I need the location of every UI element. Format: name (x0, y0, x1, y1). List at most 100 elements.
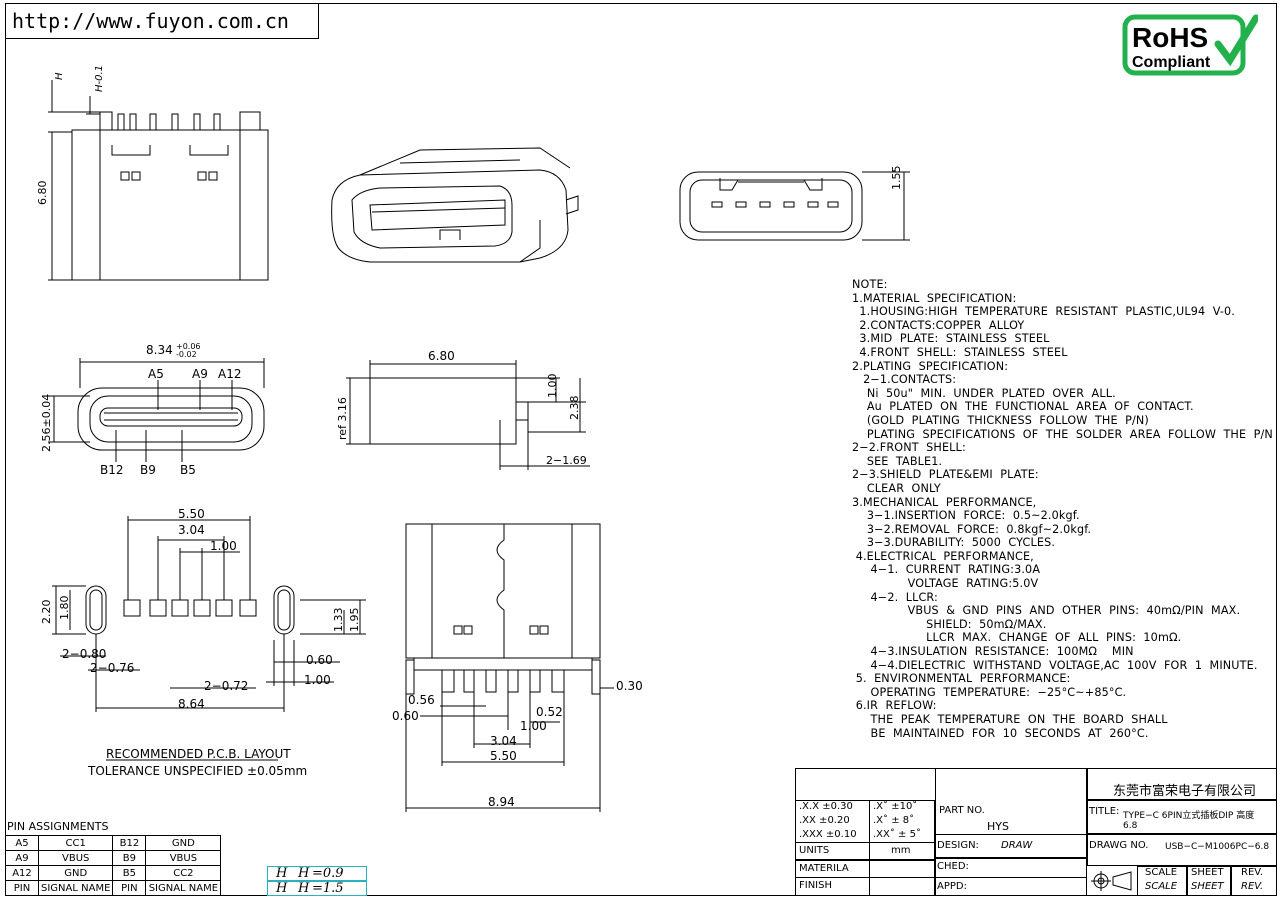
dim-8.34-tol-down: -0.02 (176, 350, 197, 359)
dim-1.33: 1.33 (332, 608, 345, 633)
pin-table-cell: GND (37, 865, 114, 881)
dim-2.20: 2.20 (40, 600, 53, 625)
dim-1.80: 1.80 (58, 596, 71, 621)
dim-ref-3.16: ref 3.16 (336, 397, 349, 440)
note-line: 2−2.FRONT SHELL: (852, 441, 966, 455)
h-value: =1.5 (312, 881, 344, 896)
pin-table-cell: CC2 (145, 865, 222, 881)
note-line: OPERATING TEMPERATURE: −25°C~+85°C. (852, 685, 1127, 699)
h-symbol: H (276, 881, 288, 896)
pcb-tolerance-note: TOLERANCE UNSPECIFIED ±0.05mm (87, 764, 307, 778)
dim-8.94: 8.94 (488, 795, 515, 809)
dim-1.95: 1.95 (348, 608, 361, 633)
note-line: LLCR MAX. CHANGE OF ALL PINS: 10mΩ. (852, 631, 1182, 645)
note-line: 3−1.INSERTION FORCE: 0.5~2.0kgf. (852, 509, 1080, 523)
pin-table-cell: B9 (112, 850, 147, 866)
specification-notes: NOTE: 1.MATERIAL SPECIFICATION: 1.HOUSING… (852, 278, 1273, 740)
dim-3.04-bottom: 3.04 (490, 734, 517, 748)
pin-table-row: A5 CC1 B12 GND (5, 835, 222, 851)
dim-2.56: 2.56±0.04 (40, 394, 53, 452)
title-label: TITLE: (1089, 806, 1120, 817)
scale-label: SCALE (1145, 867, 1178, 878)
pcb-layout-title: RECOMMENDED P.C.B. LAYOUT (106, 747, 291, 761)
drawg-value: USB−C−M1006PC−6.8 (1165, 842, 1270, 852)
finish-label: FINISH (799, 880, 832, 891)
h-symbol-2: H (298, 866, 310, 881)
label-B5: B5 (180, 463, 196, 477)
pin-table-cell: PIN (5, 880, 39, 896)
company-name: 东莞市富荣电子有限公司 (1113, 784, 1257, 799)
note-line: NOTE: (852, 278, 888, 291)
pin-assignments-table: A5 CC1 B12 GND A9 VBUS B9 VBUS A12 GND B5 CC2 PIN SIG… (5, 835, 222, 896)
h-option-1.5: H H =1.5 (267, 881, 367, 896)
note-line: SHIELD: 50mΩ/MAX. (852, 617, 1047, 631)
title-value-2: 6.8 (1123, 821, 1138, 831)
pin-table-row: A12 GND B5 CC2 (5, 865, 222, 881)
dim-2-0.80: 2−0.80 (62, 647, 106, 661)
side-profile-view: 6.80 1.00 2.38 ref 3.16 2−1.69 (336, 349, 590, 470)
design-label: DESIGN: (937, 840, 979, 851)
dim-2-1.69: 2−1.69 (546, 454, 587, 467)
title-value: TYPE−C 6PIN立式插板DIP 高度 (1123, 811, 1255, 821)
note-line: 4−3.INSULATION RESISTANCE: 100MΩ MIN (852, 645, 1134, 659)
pcb-layout-view: 5.50 3.04 1.00 2.20 1.80 1.33 1.95 2−0.8… (40, 507, 366, 778)
note-line: 4.FRONT SHELL: STAINLESS STEEL (852, 345, 1068, 359)
pin-table-cell: CC1 (37, 835, 114, 851)
pin-table-cell: SIGNAL NAME (37, 880, 114, 896)
rev-label: REV. (1241, 867, 1263, 878)
pin-table-row: A9 VBUS B9 VBUS (5, 850, 222, 866)
note-line: 4−1. CURRENT RATING:3.0A (852, 563, 1041, 577)
sheet-label-2: SHEET (1191, 881, 1224, 892)
units-value: mm (891, 845, 911, 856)
dim-1.00-bottom: 1.00 (520, 719, 547, 733)
note-line: SEE TABLE1. (852, 454, 943, 468)
pin-table-cell: SIGNAL NAME (145, 880, 222, 896)
tolerance-angle-xx: .X˚ ± 8˚ (873, 815, 915, 826)
note-line: 2−1.CONTACTS: (852, 373, 957, 387)
port-front-view: 8.34 +0.06 -0.02 A5 A9 A12 B12 B9 B5 2.5… (40, 342, 265, 477)
pin-table-cell: B5 (112, 865, 147, 881)
rev-label-2: REV. (1241, 881, 1264, 892)
tolerance-angle-xxx: .XX˚ ± 5˚ (873, 829, 921, 840)
note-line: THE PEAK TEMPERATURE ON THE BOARD SHALL (852, 713, 1168, 726)
pin-table-cell: GND (145, 835, 222, 851)
label-A5: A5 (148, 367, 164, 381)
note-line: 4−2. LLCR: (852, 590, 938, 604)
tolerance-angle-x: .X˚ ±10˚ (873, 801, 918, 812)
label-B9: B9 (140, 463, 156, 477)
pin-assignments-title: PIN ASSIGNMENTS (7, 820, 109, 833)
part-no-value: HYS (987, 820, 1009, 833)
note-line: Ni 50u" MIN. UNDER PLATED OVER ALL. (852, 386, 1116, 400)
dim-5.50-pcb: 5.50 (178, 507, 205, 521)
drawg-label: DRAWG NO. (1089, 840, 1149, 851)
label-A12: A12 (218, 367, 241, 381)
bottom-view: 0.30 0.56 0.60 0.52 1.00 3.04 5.50 8.94 (392, 523, 643, 812)
front-view: 1.55 (679, 166, 910, 241)
dim-H-0.1: H-0.1 (94, 65, 105, 92)
note-line: 6.IR REFLOW: (852, 699, 937, 713)
ched-label: CHED: (937, 861, 969, 872)
note-line: 4.ELECTRICAL PERFORMANCE, (852, 549, 1034, 563)
dim-3.04-pcb: 3.04 (178, 523, 205, 537)
appd-label: APPD: (937, 881, 967, 892)
dim-2-0.72: 2−0.72 (204, 679, 248, 693)
tolerance-x: .X.X ±0.30 (799, 801, 853, 812)
h-symbol-2: H (298, 881, 310, 896)
dim-0.60-pcb: 0.60 (306, 653, 333, 667)
pin-table-cell: A9 (5, 850, 39, 866)
projection-symbol-icon (1091, 871, 1132, 891)
h-value: =0.9 (312, 866, 344, 881)
note-line: PLATING SPECIFICATIONS OF THE SOLDER ARE… (852, 427, 1273, 441)
side-view: 6.80 H H-0.1 (36, 65, 269, 281)
scale-label-2: SCALE (1145, 881, 1178, 892)
dim-2-0.76: 2−0.76 (90, 661, 134, 675)
note-line: 5. ENVIRONMENTAL PERFORMANCE: (852, 672, 1071, 686)
dim-1.00-pcb: 1.00 (210, 539, 237, 553)
sheet-label: SHEET (1191, 867, 1224, 878)
note-line: 2−3.SHIELD PLATE&EMI PLATE: (852, 468, 1039, 482)
dim-0.52: 0.52 (536, 705, 563, 719)
label-B12: B12 (100, 463, 124, 477)
dim-6.80-horizontal: 6.80 (428, 349, 455, 363)
materila-label: MATERILA (799, 863, 849, 874)
note-line: VOLTAGE RATING:5.0V (852, 577, 1039, 591)
